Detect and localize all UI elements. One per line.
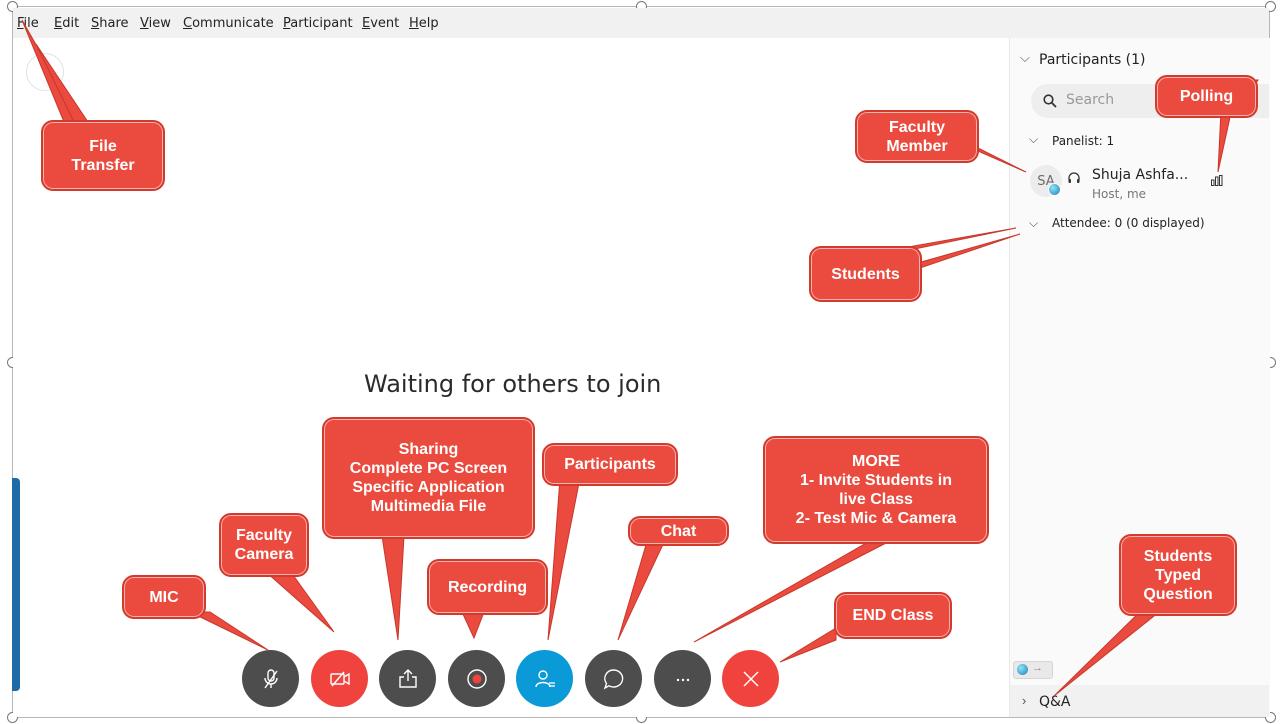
callout-chat: Chat [628, 516, 729, 546]
participants-button[interactable] [516, 650, 573, 707]
end-button[interactable] [722, 650, 779, 707]
close-icon [742, 670, 759, 687]
callout-recording: Recording [427, 559, 548, 615]
callout-line: Faculty [235, 527, 292, 544]
chevron-right-icon: › [1022, 693, 1027, 708]
callout-line: Member [886, 137, 948, 155]
search-placeholder: Search [1066, 92, 1115, 108]
participants-header[interactable]: Participants (1) [1039, 52, 1146, 68]
callout-line: File [89, 137, 117, 155]
callout-line: 1- Invite Students in [799, 472, 952, 489]
ellipsis-icon [676, 678, 689, 681]
qa-label: Q&A [1039, 694, 1071, 710]
menu-view[interactable]: View [140, 16, 171, 31]
headset-icon [1068, 172, 1080, 183]
callout-line: Question [1143, 585, 1213, 603]
record-button[interactable] [448, 650, 505, 707]
callout-line: 2- Test Mic & Camera [795, 510, 957, 527]
callout-line: live Class [839, 491, 913, 508]
callout-line: Transfer [71, 156, 135, 174]
callout-end-class: END Class [834, 592, 952, 639]
callout-line: Multimedia File [370, 498, 487, 515]
callout-line: Polling [1179, 88, 1234, 105]
menu-participant[interactable]: Participant [283, 16, 353, 31]
globe-icon [1017, 664, 1028, 675]
info-icon[interactable] [26, 53, 64, 91]
callout-mic: MIC [122, 575, 206, 619]
callout-line: Participants [564, 456, 656, 473]
chevron-down-icon[interactable]: ⌵ [1020, 51, 1030, 66]
share-upload-icon [398, 668, 417, 688]
callout-file-transfer: File Transfer [41, 120, 165, 191]
status-icon [1048, 183, 1061, 196]
camera-button[interactable] [311, 650, 368, 707]
callout-more: MORE 1- Invite Students in live Class 2-… [763, 436, 989, 544]
menu-communicate[interactable]: Communicate [183, 16, 274, 31]
callout-line: END Class [852, 607, 934, 624]
chevron-down-icon[interactable]: ⌵ [1029, 132, 1038, 147]
mic-button[interactable] [242, 650, 299, 707]
callout-faculty-camera: Faculty Camera [219, 513, 309, 577]
callout-line: Chat [660, 522, 697, 540]
callout-line: Students [831, 265, 900, 283]
qa-bar[interactable]: › Q&A [1010, 685, 1269, 717]
participants-icon [534, 669, 555, 687]
callout-line: Typed [1155, 566, 1201, 584]
callout-line: MIC [149, 588, 179, 606]
chat-bubble-icon [603, 668, 623, 689]
callout-line: Camera [234, 546, 294, 563]
callout-sharing: Sharing Complete PC Screen Specific Appl… [322, 417, 535, 539]
callout-participants: Participants [542, 443, 678, 486]
menu-event[interactable]: Event [362, 16, 399, 31]
callout-polling: Polling [1155, 75, 1258, 118]
globe-toggle-icon[interactable]: → [1013, 661, 1053, 679]
side-drawer-handle[interactable] [12, 478, 20, 691]
callout-students-question: Students Typed Question [1119, 534, 1237, 616]
callout-line: MORE [852, 453, 900, 470]
menu-edit[interactable]: Edit [54, 16, 79, 31]
video-off-icon [329, 671, 350, 686]
mic-muted-icon [263, 668, 278, 688]
participant-name[interactable]: Shuja Ashfa... [1092, 167, 1188, 183]
menu-file[interactable]: File [17, 16, 39, 31]
callout-line: Students [1143, 547, 1213, 565]
menu-bar: File Edit Share View Communicate Partici… [13, 8, 1269, 38]
chat-button[interactable] [585, 650, 642, 707]
menu-share[interactable]: Share [91, 16, 129, 31]
callout-line: Recording [447, 578, 528, 596]
callout-faculty-member: Faculty Member [855, 110, 979, 163]
arrow-right-icon: → [1032, 662, 1043, 674]
waiting-message: Waiting for others to join [364, 370, 662, 398]
attendee-header[interactable]: Attendee: 0 (0 displayed) [1052, 216, 1205, 230]
more-button[interactable] [654, 650, 711, 707]
callout-students: Students [809, 246, 922, 302]
callout-line: Sharing [398, 441, 459, 458]
menu-help[interactable]: Help [409, 16, 439, 31]
participant-role: Host, me [1092, 187, 1147, 201]
callout-line: Faculty [888, 118, 945, 136]
search-icon [1043, 94, 1057, 108]
callout-line: Complete PC Screen [349, 460, 508, 477]
panelist-header[interactable]: Panelist: 1 [1052, 134, 1114, 148]
chevron-down-icon[interactable]: ⌵ [1029, 216, 1038, 231]
record-icon [466, 668, 487, 689]
share-button[interactable] [379, 650, 436, 707]
polling-icon[interactable] [1211, 175, 1223, 186]
callout-line: Specific Application [352, 479, 505, 496]
